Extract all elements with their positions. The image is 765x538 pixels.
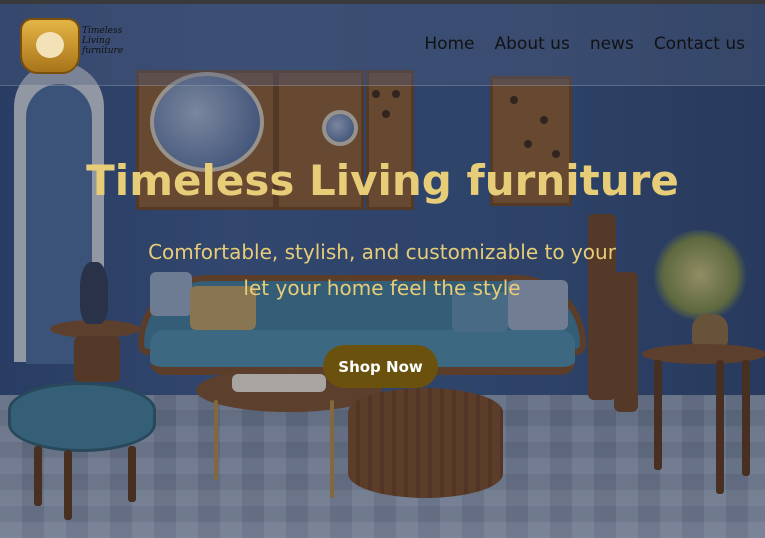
logo-line: furniture xyxy=(82,46,124,56)
page: Timeless Living furniture Home About us … xyxy=(0,0,765,538)
logo-wordmark: Timeless Living furniture xyxy=(82,26,142,56)
hero-subtitle: Comfortable, stylish, and customizable t… xyxy=(82,234,682,306)
logo-line: Living xyxy=(82,36,111,46)
hero-title: Timeless Living furniture xyxy=(86,156,679,205)
armchair-logo-icon xyxy=(20,18,80,74)
hero-subtitle-line: Comfortable, stylish, and customizable t… xyxy=(148,240,616,264)
nav-link-home[interactable]: Home xyxy=(424,34,474,54)
shop-now-button[interactable]: Shop Now xyxy=(323,345,438,388)
window-top-border xyxy=(0,0,765,4)
navbar: Timeless Living furniture Home About us … xyxy=(0,4,765,86)
nav-link-about-us[interactable]: About us xyxy=(495,34,570,54)
main-nav: Home About us news Contact us xyxy=(424,34,745,54)
logo-line: Timeless xyxy=(82,26,123,36)
nav-link-contact-us[interactable]: Contact us xyxy=(654,34,745,54)
hero-subtitle-line: let your home feel the style xyxy=(243,276,521,300)
nav-link-news[interactable]: news xyxy=(590,34,634,54)
logo[interactable]: Timeless Living furniture xyxy=(20,16,123,78)
